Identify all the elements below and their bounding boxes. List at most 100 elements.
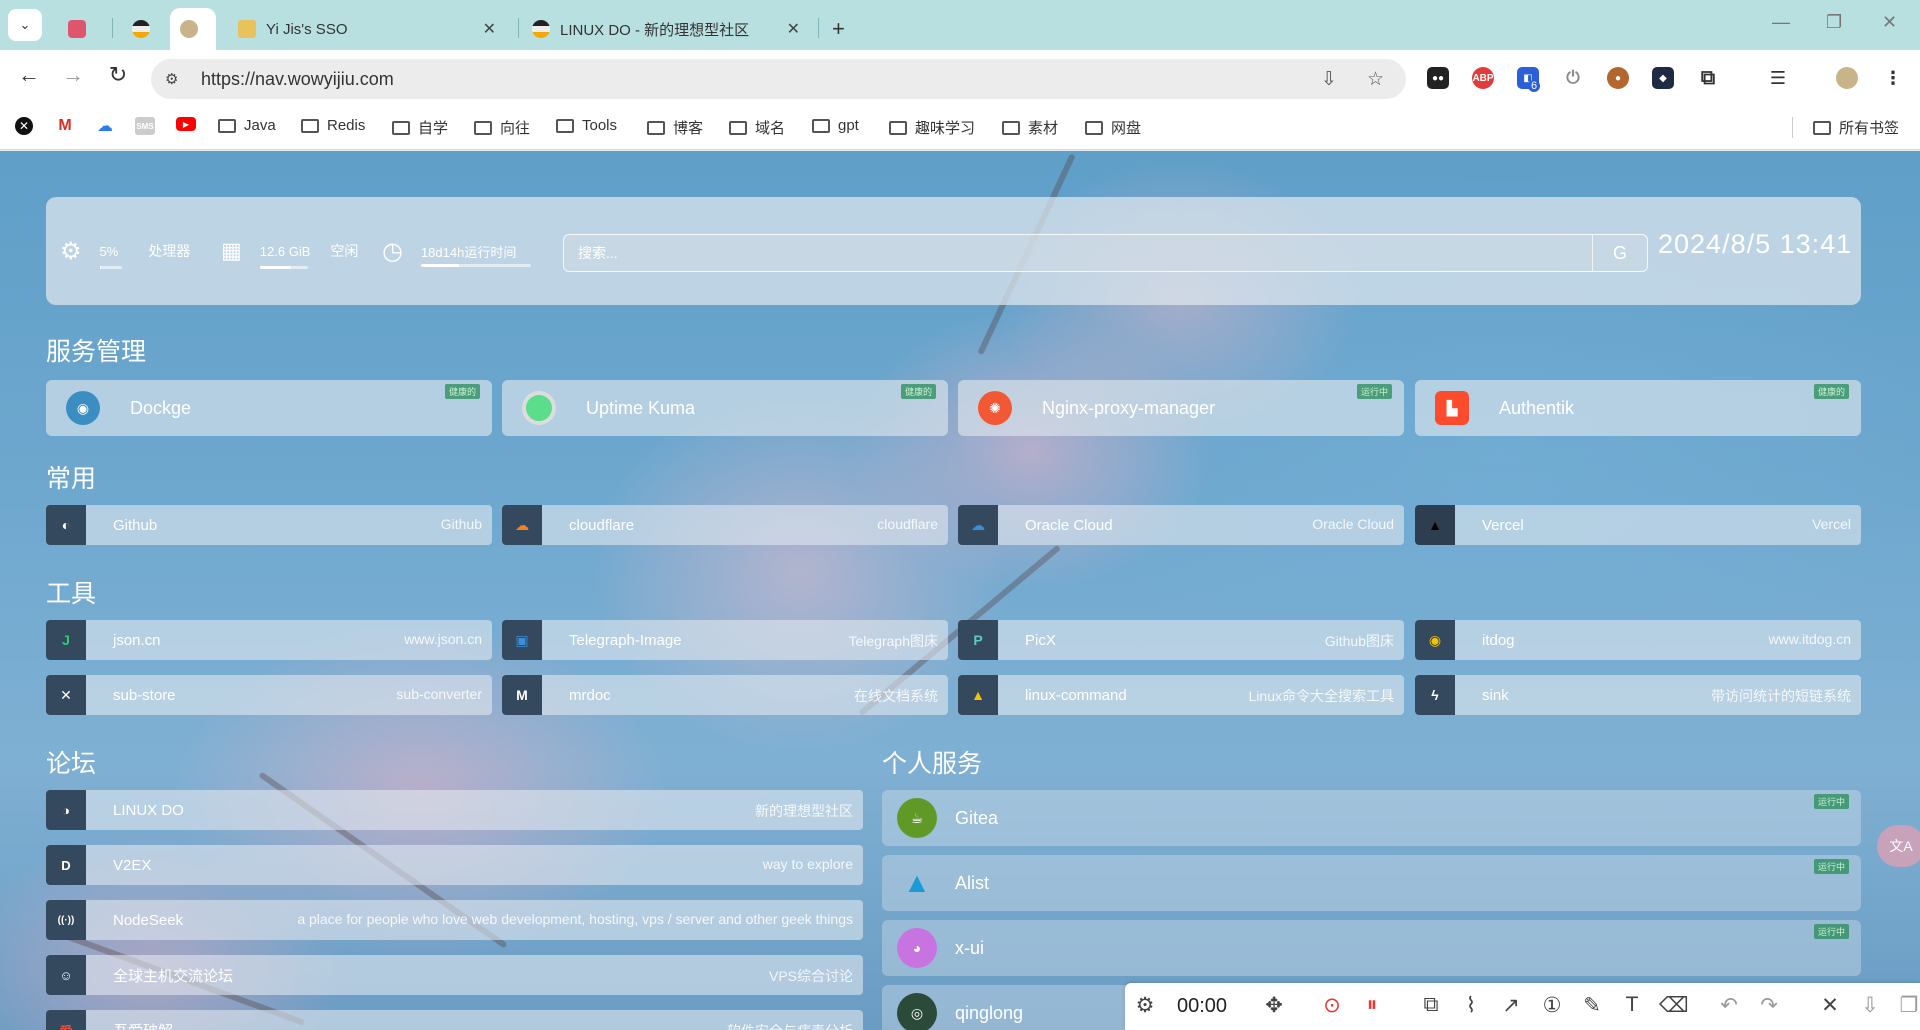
reading-list-icon[interactable]: ☰ [1767,67,1789,89]
power-icon[interactable]: ⏻ [1562,67,1584,89]
link-card-picx[interactable]: P PicX Github图床 [958,620,1404,660]
arrow-icon[interactable]: ↗ [1497,993,1525,1018]
reload-icon[interactable]: ↻ [102,62,134,88]
forum-card-nodeseek[interactable]: ((·)) NodeSeek a place for people who lo… [46,900,863,940]
link-name: linux-command [1025,686,1127,704]
bookmark-folder-gpt[interactable]: gpt [812,117,859,134]
eraser-icon[interactable]: ⌫ [1659,993,1689,1018]
link-card-linux-command[interactable]: ▲ linux-command Linux命令大全搜索工具 [958,675,1404,715]
window-icon[interactable]: ❐ [1895,993,1920,1018]
bookmark-folder-material[interactable]: 素材 [1002,117,1058,138]
stop-record-icon[interactable]: ⊙ [1318,993,1346,1018]
forum-card-v2ex[interactable]: D V2EX way to explore [46,845,863,885]
link-desc: 新的理想型社区 [755,803,853,819]
service-card-dockge[interactable]: ◉ Dockge 健康的 [46,380,492,436]
link-card-cloudflare[interactable]: ☁ cloudflare cloudflare [502,505,948,545]
bookmark-folder-self-study[interactable]: 自学 [392,117,448,138]
personal-card-gitea[interactable]: ☕ Gitea 运行中 [882,790,1861,846]
authentik-icon: ▙ [1435,391,1469,425]
minimize-icon[interactable]: — [1772,12,1790,33]
link-card-mrdoc[interactable]: M mrdoc 在线文档系统 [502,675,948,715]
bookmark-folder-fun-learning[interactable]: 趣味学习 [889,117,975,138]
folder-icon [812,118,830,133]
link-card-vercel[interactable]: ▲ Vercel Vercel [1415,505,1861,545]
menu-icon[interactable]: ⋮ [1882,67,1904,89]
close-icon[interactable]: ✕ [1816,993,1844,1018]
bookmark-folder-redis[interactable]: Redis [301,117,365,134]
search-engine-button[interactable]: G [1592,235,1647,271]
search-input[interactable] [564,235,1594,271]
site-info-icon[interactable]: ⚙ [165,70,191,88]
link-card-itdog[interactable]: ◉ itdog www.itdog.cn [1415,620,1861,660]
new-tab-button[interactable]: + [822,8,852,50]
close-icon[interactable]: ✕ [787,19,800,39]
close-icon[interactable]: ✕ [483,19,496,39]
tab-2[interactable] [122,8,164,50]
url-field[interactable]: ⚙ https://nav.wowyijiu.com ⇩ ☆ [151,59,1406,99]
extension-icon[interactable]: ●● [1427,67,1449,89]
avatar[interactable] [1836,67,1858,89]
text-icon[interactable]: T [1618,993,1646,1017]
tab-sso[interactable]: Yi Jis's SSO ✕ [228,8,508,50]
link-card-sub-store[interactable]: ✕ sub-store sub-converter [46,675,492,715]
link-card-oracle-cloud[interactable]: ☁ Oracle Cloud Oracle Cloud [958,505,1404,545]
puzzle-icon[interactable]: ⧉ [1697,67,1719,89]
tab-3[interactable] [170,8,216,50]
redo-icon[interactable]: ↷ [1755,993,1783,1018]
install-app-icon[interactable]: ⇩ [1321,68,1337,91]
bookmark-sms[interactable]: SMS [135,117,155,135]
download-icon[interactable]: ⇩ [1856,993,1884,1018]
link-desc: 在线文档系统 [854,688,938,704]
link-card-json-cn[interactable]: J json.cn www.json.cn [46,620,492,660]
bookmark-gmail[interactable]: M [55,117,75,135]
adblock-icon[interactable]: ABP [1472,67,1494,89]
undo-icon[interactable]: ↶ [1715,993,1743,1018]
service-card-authentik[interactable]: ▙ Authentik 健康的 [1415,380,1861,436]
bookmark-label: 所有书签 [1839,120,1900,137]
status-badge: 运行中 [1356,384,1392,399]
settings-icon[interactable]: ⚙ [1131,993,1159,1018]
service-card-nginx-proxy-manager[interactable]: ✺ Nginx-proxy-manager 运行中 [958,380,1404,436]
address-toolbar: ← → ↻ ⚙ https://nav.wowyijiu.com ⇩ ☆ ●● … [0,50,1920,106]
move-icon[interactable]: ✥ [1260,993,1288,1018]
shapes-icon[interactable]: ⧉ [1417,993,1445,1017]
link-card-telegraph-image[interactable]: ▣ Telegraph-Image Telegraph图床 [502,620,948,660]
star-icon[interactable]: ☆ [1367,68,1384,91]
restore-icon[interactable]: ❐ [1826,12,1842,33]
forum-card-52pojie[interactable]: 爱 吾爱破解 软件安全与病毒分析 [46,1010,863,1030]
close-window-icon[interactable]: ✕ [1882,12,1897,33]
bookmark-youtube[interactable]: ▶ [176,117,196,131]
link-card-sink[interactable]: ϟ sink 带访问统计的短链系统 [1415,675,1861,715]
cookie-icon[interactable]: ● [1607,67,1629,89]
service-card-uptime-kuma[interactable]: Uptime Kuma 健康的 [502,380,948,436]
translate-button[interactable]: 文A [1877,825,1920,867]
service-name: x-ui [955,937,985,958]
bookmark-folder-domain[interactable]: 域名 [729,117,785,138]
personal-card-alist[interactable]: ▲ Alist 运行中 [882,855,1861,911]
forum-card-linuxdo[interactable]: ◑ LINUX DO 新的理想型社区 [46,790,863,830]
number-icon[interactable]: ① [1538,993,1566,1018]
pause-icon[interactable]: ⏸ [1358,993,1386,1017]
bookmark-folder-tools[interactable]: Tools [556,117,617,134]
bookmark-folder-aspire[interactable]: 向往 [474,117,530,138]
extension-icon[interactable]: ◆ [1652,67,1674,89]
all-bookmarks-button[interactable]: 所有书签 [1792,117,1899,138]
back-icon[interactable]: ← [13,62,45,88]
bookmark-folder-java[interactable]: Java [218,117,276,134]
bookmark-cloud[interactable]: ☁ [95,117,115,135]
polyline-icon[interactable]: ⌇ [1457,993,1485,1018]
service-name: qinglong [955,1002,1024,1023]
forward-icon[interactable]: → [57,62,89,88]
link-card-github[interactable]: ◐ Github Github [46,505,492,545]
tab-search-button[interactable]: ⌄ [8,9,42,41]
pen-icon[interactable]: ✎ [1578,993,1606,1018]
forum-card-hostloc[interactable]: ☺ 全球主机交流论坛 VPS综合讨论 [46,955,863,995]
bookmark-folder-netdisk[interactable]: 网盘 [1085,117,1141,138]
tab-1[interactable] [58,8,100,50]
bookmark-label: 博客 [673,120,704,137]
bookmark-folder-blog[interactable]: 博客 [647,117,703,138]
bookmark-ai[interactable]: ✕ [15,117,33,135]
tab-linuxdo[interactable]: LINUX DO - 新的理想型社区 ✕ [522,8,812,50]
personal-card-x-ui[interactable]: ◕ x-ui 运行中 [882,920,1861,976]
bookmark-label: 趣味学习 [915,120,976,137]
